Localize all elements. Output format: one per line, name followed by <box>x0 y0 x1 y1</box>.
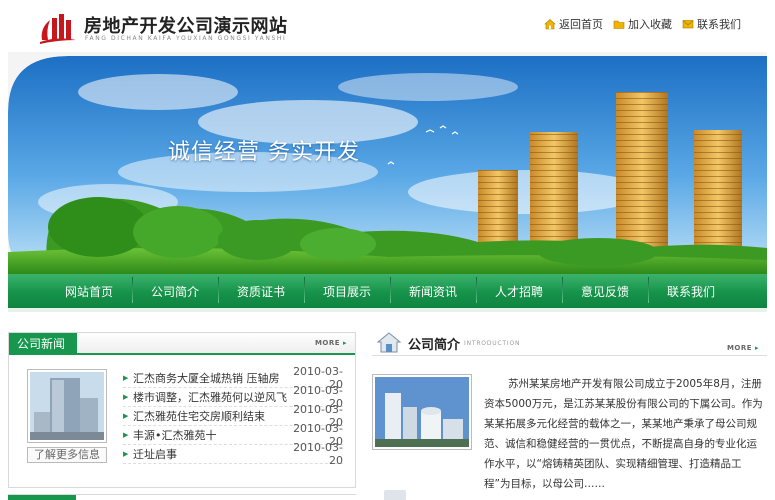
second-panel-top <box>8 494 356 500</box>
news-item-title: 汇杰商务大厦全城热销 压轴房 <box>133 372 280 385</box>
bookmark-link-label: 加入收藏 <box>628 18 672 31</box>
top-links: 返回首页 加入收藏 联系我们 <box>544 16 741 32</box>
news-list: ▶ 汇杰商务大厦全城热销 压轴房 2010-03-20 ▶ 楼市调整，汇杰雅苑何… <box>123 365 343 467</box>
nav-item-projects[interactable]: 项目展示 <box>304 276 390 303</box>
bullet-icon: ▶ <box>123 431 129 439</box>
news-panel-tab: 公司新闻 <box>9 333 77 355</box>
nav-item-jobs[interactable]: 人才招聘 <box>476 276 562 303</box>
section-icon <box>384 490 406 500</box>
hero-banner: 诚信经营 务实开发 <box>8 52 767 274</box>
home-icon <box>544 19 556 30</box>
home-link[interactable]: 返回首页 <box>544 16 603 32</box>
folder-icon <box>613 20 625 29</box>
city-photo-icon <box>375 377 469 447</box>
intro-text: 苏州某某房地产开发有限公司成立于2005年8月，注册资本5000万元，是江苏某某… <box>484 378 763 490</box>
news-item-title: 丰源•汇杰雅苑十 <box>133 429 217 442</box>
learn-more-button[interactable]: 了解更多信息 <box>27 447 107 463</box>
bullet-icon: ▶ <box>123 450 129 458</box>
contact-link-label: 联系我们 <box>697 18 741 31</box>
building-photo-icon <box>30 372 104 440</box>
house-icon <box>376 332 402 353</box>
nav-item-contact[interactable]: 联系我们 <box>648 276 734 303</box>
nav-item-feedback[interactable]: 意见反馈 <box>562 276 648 303</box>
news-panel-header: 公司新闻 MORE <box>9 333 355 355</box>
news-more-button[interactable]: MORE <box>315 339 347 347</box>
news-item-title: 楼市调整，汇杰雅苑何以逆风飞 <box>133 391 287 404</box>
site-subtitle: FANG DICHAN KAIFA YOUXIAN GONGSI YANSHI <box>85 35 287 42</box>
banner-image <box>8 52 767 274</box>
intro-photo[interactable] <box>372 374 472 450</box>
second-panel-tab <box>8 495 76 500</box>
nav-item-certificates[interactable]: 资质证书 <box>218 276 304 303</box>
news-item-title: 迁址启事 <box>133 448 177 461</box>
intro-title: 公司简介 <box>408 338 461 353</box>
news-photo[interactable] <box>27 369 107 443</box>
nav-item-about[interactable]: 公司简介 <box>132 276 218 303</box>
intro-subtitle: INTRODUCTION <box>464 340 521 347</box>
bullet-icon: ▶ <box>123 393 129 401</box>
news-item-title: 汇杰雅苑住宅交房顺利结束 <box>133 410 265 423</box>
intro-header: 公司简介 INTRODUCTION MORE <box>372 330 767 356</box>
contact-link[interactable]: 联系我们 <box>682 16 741 32</box>
banner-slogan: 诚信经营 务实开发 <box>168 140 360 165</box>
site-header: 房地产开发公司演示网站 FANG DICHAN KAIFA YOUXIAN GO… <box>0 0 775 52</box>
news-item-date: 2010-03-20 <box>293 441 343 467</box>
bookmark-link[interactable]: 加入收藏 <box>613 16 672 32</box>
second-intro-header <box>372 486 767 500</box>
nav-divider <box>8 308 767 312</box>
nav-item-home[interactable]: 网站首页 <box>46 283 132 300</box>
mail-icon <box>682 20 694 29</box>
bullet-icon: ▶ <box>123 374 129 382</box>
logo-icon[interactable] <box>38 10 78 46</box>
nav-item-news[interactable]: 新闻资讯 <box>390 276 476 303</box>
company-news-panel: 公司新闻 MORE 了解更多信息 ▶ 汇杰商务大厦全城热销 压轴房 2010-0… <box>8 332 356 488</box>
intro-more-button[interactable]: MORE <box>727 344 759 352</box>
bullet-icon: ▶ <box>123 412 129 420</box>
main-nav: 网站首页 公司简介 资质证书 项目展示 新闻资讯 人才招聘 意见反馈 联系我们 <box>8 274 767 308</box>
news-item[interactable]: ▶ 迁址启事 2010-03-20 <box>123 441 343 467</box>
home-link-label: 返回首页 <box>559 18 603 31</box>
